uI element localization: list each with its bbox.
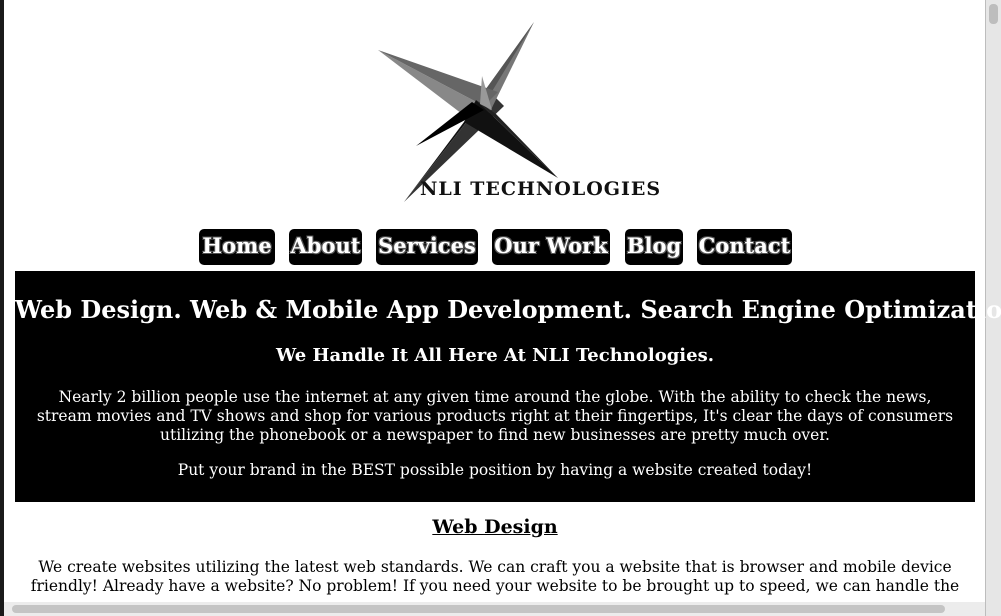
hero-paragraph: Nearly 2 billion people use the internet… [36, 388, 954, 444]
hero-subheadline: We Handle It All Here At NLI Technologie… [275, 345, 714, 366]
nav-services-button[interactable]: Services [376, 229, 478, 265]
horizontal-scrollbar-thumb[interactable] [12, 605, 945, 613]
hero-cta-text: Put your brand in the BEST possible posi… [177, 461, 813, 479]
main-navigation: Home About Services Our Work Blog Contac… [0, 229, 1001, 265]
web-design-body: We create websites utilizing the latest … [30, 558, 960, 595]
site-logo[interactable]: NLI TECHNOLOGIES [372, 18, 662, 208]
horizontal-scrollbar[interactable] [4, 602, 985, 616]
nav-about-button[interactable]: About [289, 229, 362, 265]
nav-home-button[interactable]: Home [199, 229, 275, 265]
hero-headline: Web Design. Web & Mobile App Development… [15, 295, 1001, 324]
nav-our-work-button[interactable]: Our Work [492, 229, 610, 265]
vertical-scrollbar-thumb[interactable] [989, 4, 998, 24]
logo-text: NLI TECHNOLOGIES [420, 178, 662, 200]
nav-blog-button[interactable]: Blog [625, 229, 683, 265]
web-design-heading: Web Design [432, 516, 558, 538]
hero-banner: Web Design. Web & Mobile App Development… [15, 271, 1001, 502]
nav-contact-button[interactable]: Contact [697, 229, 792, 265]
